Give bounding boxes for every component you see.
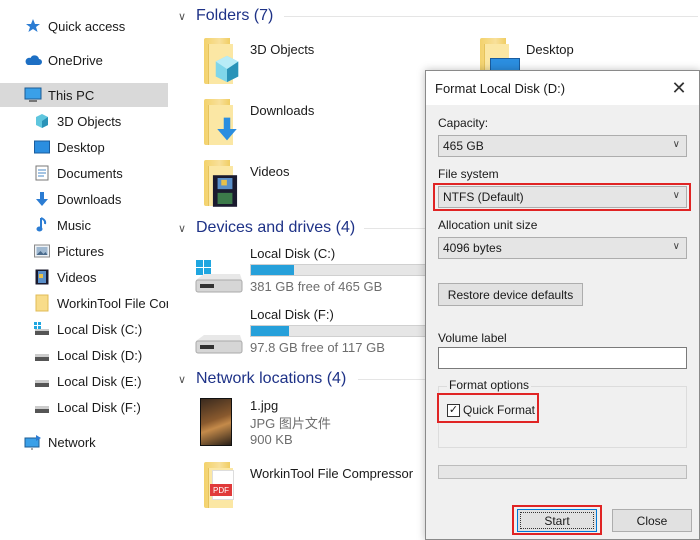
folder-name: WorkinTool File Compressor	[250, 466, 414, 481]
videos-folder-icon	[198, 158, 246, 214]
checkmark-icon: ✓	[447, 403, 460, 417]
format-progress-bar	[438, 465, 687, 479]
format-dialog: Format Local Disk (D:) ✕ Capacity: 465 G…	[425, 70, 700, 540]
quick-format-label: Quick Format	[463, 403, 536, 417]
sidebar-item-local-disk-c[interactable]: Local Disk (C:)	[0, 317, 168, 341]
sidebar-item-local-disk-d[interactable]: Local Disk (D:)	[0, 343, 168, 367]
restore-defaults-button[interactable]: Restore device defaults	[438, 283, 583, 306]
folder-tile-videos[interactable]: Videos	[198, 158, 290, 214]
quick-format-checkbox[interactable]: ✓ Quick Format	[447, 403, 535, 417]
folder-name: Desktop	[526, 42, 574, 57]
drive-usage-fill	[251, 326, 290, 336]
file-system-value: NTFS (Default)	[443, 190, 524, 204]
desktop-icon	[33, 138, 51, 156]
file-size: 900 KB	[250, 432, 293, 447]
sidebar-item-desktop[interactable]: Desktop	[0, 135, 168, 159]
format-options-group: Format options ✓ Quick Format	[438, 378, 687, 448]
allocation-unit-value: 4096 bytes	[443, 241, 502, 255]
folder-name: Videos	[250, 164, 290, 179]
sidebar-item-workintool-folder[interactable]: WorkinTool File Cor	[0, 291, 168, 315]
sidebar-item-quick-access[interactable]: Quick access	[0, 14, 168, 38]
picture-icon	[33, 242, 51, 260]
close-icon[interactable]: ✕	[669, 78, 689, 98]
file-name: 1.jpg	[250, 398, 279, 413]
format-options-label: Format options	[447, 378, 532, 392]
folder-tile-downloads[interactable]: Downloads	[198, 97, 314, 153]
section-divider	[284, 16, 698, 17]
computer-icon	[24, 86, 42, 104]
chevron-down-icon: ∨	[178, 373, 187, 386]
sidebar-item-videos[interactable]: Videos	[0, 265, 168, 289]
downloads-folder-icon	[198, 97, 246, 153]
image-thumbnail-icon	[200, 396, 248, 452]
close-button[interactable]: Close	[612, 509, 692, 532]
network-icon	[24, 433, 42, 451]
system-drive-icon	[194, 244, 246, 300]
sidebar-item-3d-objects[interactable]: 3D Objects	[0, 109, 168, 133]
volume-label-input[interactable]	[438, 347, 687, 369]
navigation-pane: Quick access OneDrive This PC 3D Objects…	[0, 0, 170, 540]
video-icon	[33, 268, 51, 286]
cloud-icon	[24, 51, 42, 69]
pdf-badge: PDF	[210, 484, 232, 496]
chevron-down-icon: ∨	[672, 241, 680, 252]
file-system-label: File system	[438, 167, 499, 181]
dialog-title: Format Local Disk (D:)	[435, 80, 566, 96]
sidebar-item-onedrive[interactable]: OneDrive	[0, 48, 168, 72]
sidebar-item-pictures[interactable]: Pictures	[0, 239, 168, 263]
file-type: JPG 图片文件	[250, 416, 331, 431]
drive-icon	[194, 305, 246, 361]
sidebar-item-local-disk-f[interactable]: Local Disk (F:)	[0, 395, 168, 419]
drive-icon	[33, 346, 51, 364]
folder-name: Downloads	[250, 103, 315, 118]
star-icon	[24, 17, 42, 35]
sidebar-item-documents[interactable]: Documents	[0, 161, 168, 185]
chevron-down-icon: ∨	[178, 222, 187, 235]
file-system-select[interactable]: NTFS (Default) ∨	[438, 186, 687, 208]
network-item-1jpg[interactable]: 1.jpg JPG 图片文件 900 KB	[200, 396, 331, 452]
sidebar-item-network[interactable]: Network	[0, 430, 168, 454]
sidebar-item-music[interactable]: Music	[0, 213, 168, 237]
document-icon	[33, 164, 51, 182]
sidebar-item-this-pc[interactable]: This PC	[0, 83, 168, 107]
sidebar-item-local-disk-e[interactable]: Local Disk (E:)	[0, 369, 168, 393]
capacity-value: 465 GB	[443, 139, 484, 153]
sidebar-item-downloads[interactable]: Downloads	[0, 187, 168, 211]
chevron-down-icon: ∨	[672, 190, 680, 201]
drive-icon	[33, 372, 51, 390]
music-icon	[33, 216, 51, 234]
folder-tile-3d-objects[interactable]: 3D Objects	[198, 36, 314, 92]
chevron-down-icon: ∨	[178, 10, 187, 23]
system-drive-icon	[33, 320, 51, 338]
folders-section-header[interactable]: ∨ Folders (7)	[178, 4, 698, 28]
network-item-workintool[interactable]: PDF WorkinTool File Compressor	[198, 460, 413, 516]
cube-icon	[33, 112, 51, 130]
pdf-folder-icon: PDF	[198, 460, 246, 516]
capacity-select[interactable]: 465 GB ∨	[438, 135, 687, 157]
drive-icon	[33, 398, 51, 416]
chevron-down-icon: ∨	[672, 139, 680, 150]
folder-icon	[33, 294, 51, 312]
capacity-label: Capacity:	[438, 116, 489, 130]
dialog-titlebar[interactable]: Format Local Disk (D:) ✕	[426, 71, 699, 105]
volume-label-label: Volume label	[438, 331, 507, 345]
allocation-unit-select[interactable]: 4096 bytes ∨	[438, 237, 687, 259]
allocation-unit-label: Allocation unit size	[438, 218, 538, 232]
start-button[interactable]: Start	[517, 509, 597, 532]
download-icon	[33, 190, 51, 208]
3d-objects-folder-icon	[198, 36, 246, 92]
drive-usage-fill	[251, 265, 294, 275]
folder-name: 3D Objects	[250, 42, 315, 57]
